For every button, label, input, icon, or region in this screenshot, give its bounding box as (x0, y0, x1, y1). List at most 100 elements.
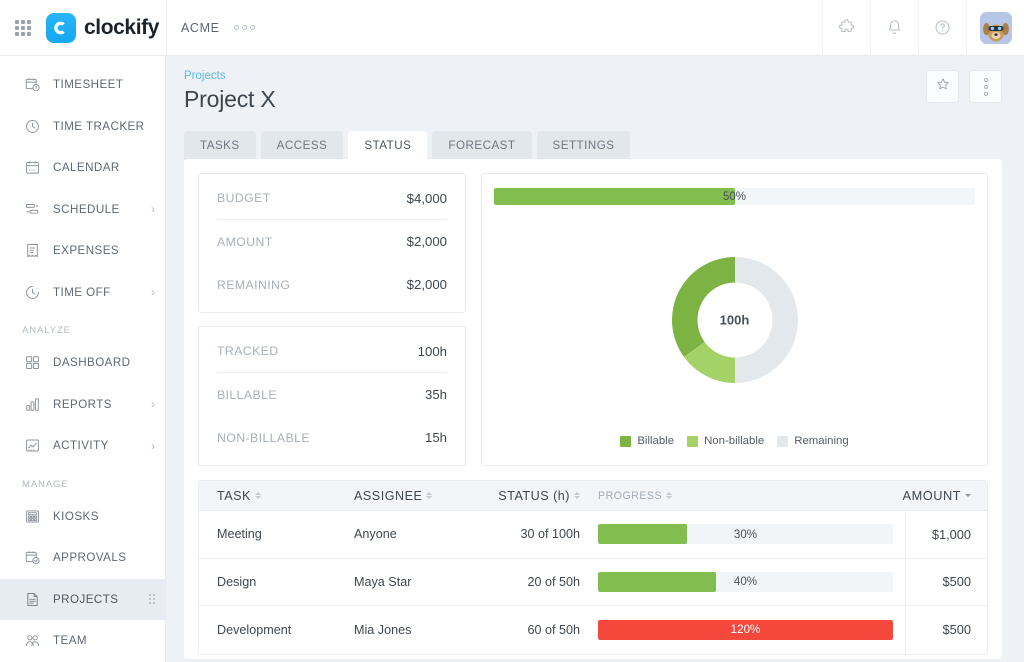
budget-panel: BUDGET $4,000 AMOUNT $2,000 REMAINING $2… (198, 173, 466, 313)
bell-icon[interactable] (870, 0, 918, 56)
table-row[interactable]: Meeting Anyone 30 of 100h 30% $1,000 (199, 511, 987, 559)
column-label: TASK (217, 489, 251, 503)
donut-chart-area: 100h (494, 209, 975, 431)
clock-icon (22, 116, 42, 136)
legend-label: Non-billable (704, 435, 764, 447)
legend-swatch (620, 436, 631, 447)
sidebar-item-dashboard[interactable]: DASHBOARD (0, 342, 165, 384)
more-options-button[interactable] (969, 70, 1002, 103)
tasks-table: TASK ASSIGNEE STATUS (h) PROGRESS (198, 480, 988, 655)
progress-bar: 40% (598, 572, 893, 592)
avatar (980, 12, 1012, 44)
column-header-progress[interactable]: PROGRESS (594, 490, 905, 502)
chevron-right-icon: › (151, 398, 155, 410)
tab-label: SETTINGS (553, 139, 615, 152)
column-header-task[interactable]: TASK (199, 489, 354, 503)
sidebar-item-label: ACTIVITY (53, 439, 109, 452)
sidebar-item-team[interactable]: TEAM (0, 620, 165, 662)
column-header-status[interactable]: STATUS (h) (494, 489, 594, 503)
grid-apps-icon[interactable] (12, 17, 34, 39)
sidebar-item-calendar[interactable]: CALENDAR (0, 147, 165, 189)
row-value: 100h (418, 344, 447, 359)
row-value: 15h (425, 430, 447, 445)
sort-icon (574, 492, 580, 499)
top-bar: clockify ACME (0, 0, 1024, 56)
breadcrumb[interactable]: Projects (180, 70, 1002, 82)
table-row[interactable]: Design Maya Star 20 of 50h 40% $500 (199, 559, 987, 607)
sidebar-item-time-off[interactable]: TIME OFF › (0, 272, 165, 314)
cell-amount: $500 (905, 559, 987, 606)
star-icon (935, 76, 951, 97)
legend-item-non-billable: Non-billable (687, 435, 764, 447)
sidebar-section-analyze: ANALYZE (0, 313, 165, 342)
sidebar-item-kiosks[interactable]: KIOSKS (0, 496, 165, 538)
tab-forecast[interactable]: FORECAST (432, 131, 531, 159)
sidebar-item-label: PROJECTS (53, 593, 118, 606)
sidebar-item-label: APPROVALS (53, 551, 126, 564)
cell-assignee: Maya Star (354, 575, 494, 589)
row-label: AMOUNT (217, 235, 273, 249)
column-label: ASSIGNEE (354, 489, 422, 503)
clockify-logo[interactable]: clockify (46, 13, 159, 43)
sidebar-item-reports[interactable]: REPORTS › (0, 384, 165, 426)
progress-bar: 30% (598, 524, 893, 544)
favorite-button[interactable] (926, 70, 959, 103)
time-off-icon (22, 282, 42, 302)
cell-amount: $1,000 (905, 511, 987, 558)
activity-icon (22, 436, 42, 456)
timesheet-icon (22, 75, 42, 95)
vertical-dots-icon (984, 78, 988, 96)
approvals-icon (22, 548, 42, 568)
user-menu-button[interactable] (966, 0, 1024, 56)
status-top-row: BUDGET $4,000 AMOUNT $2,000 REMAINING $2… (198, 173, 988, 466)
table-row[interactable]: Development Mia Jones 60 of 50h 120% $50… (199, 606, 987, 654)
team-icon (22, 631, 42, 651)
sidebar-item-activity[interactable]: ACTIVITY › (0, 425, 165, 467)
row-label: TRACKED (217, 344, 279, 358)
sidebar-item-projects[interactable]: PROJECTS (0, 579, 165, 621)
puzzle-icon[interactable] (822, 0, 870, 56)
calendar-icon (22, 158, 42, 178)
tab-settings[interactable]: SETTINGS (537, 131, 631, 159)
chevron-right-icon: › (151, 203, 155, 215)
tracked-panel: TRACKED 100h BILLABLE 35h NON-BILLABLE 1… (198, 326, 466, 466)
cell-assignee: Anyone (354, 527, 494, 541)
sidebar-item-approvals[interactable]: APPROVALS (0, 537, 165, 579)
tab-access[interactable]: ACCESS (261, 131, 344, 159)
progress-bar-label: 120% (598, 620, 893, 640)
column-header-assignee[interactable]: ASSIGNEE (354, 489, 494, 503)
legend-label: Remaining (794, 435, 848, 447)
cell-progress: 40% (594, 572, 905, 592)
legend-item-billable: Billable (620, 435, 674, 447)
workspace-selector[interactable]: ACME (167, 0, 269, 56)
drag-handle-icon[interactable] (149, 594, 155, 604)
summary-panels: BUDGET $4,000 AMOUNT $2,000 REMAINING $2… (198, 173, 466, 466)
app-body: TIMESHEET TIME TRACKER (0, 56, 1024, 662)
tab-label: ACCESS (277, 139, 328, 152)
budget-progress-label: 50% (494, 188, 975, 205)
three-dots-icon[interactable] (234, 25, 255, 30)
legend-swatch (777, 436, 788, 447)
cell-status: 30 of 100h (494, 527, 594, 541)
tab-status[interactable]: STATUS (348, 131, 427, 159)
column-header-amount[interactable]: AMOUNT (905, 481, 987, 510)
chevron-right-icon: › (151, 440, 155, 452)
sidebar-item-time-tracker[interactable]: TIME TRACKER (0, 106, 165, 148)
sidebar-item-label: TEAM (53, 634, 87, 647)
tab-tasks[interactable]: TASKS (184, 131, 256, 159)
sidebar-item-label: TIMESHEET (53, 78, 123, 91)
non-billable-row: NON-BILLABLE 15h (217, 416, 447, 459)
row-value: $4,000 (407, 191, 447, 206)
sidebar-item-schedule[interactable]: SCHEDULE › (0, 189, 165, 231)
sidebar-item-label: TIME TRACKER (53, 120, 145, 133)
sidebar-item-expenses[interactable]: EXPENSES (0, 230, 165, 272)
clockify-logo-icon (46, 13, 76, 43)
expenses-icon (22, 241, 42, 261)
row-value: $2,000 (407, 234, 447, 249)
help-icon[interactable] (918, 0, 966, 56)
top-bar-right (822, 0, 1024, 56)
sidebar-item-timesheet[interactable]: TIMESHEET (0, 64, 165, 106)
amount-row: AMOUNT $2,000 (217, 220, 447, 263)
remaining-row: REMAINING $2,000 (217, 263, 447, 306)
projects-icon (22, 589, 42, 609)
